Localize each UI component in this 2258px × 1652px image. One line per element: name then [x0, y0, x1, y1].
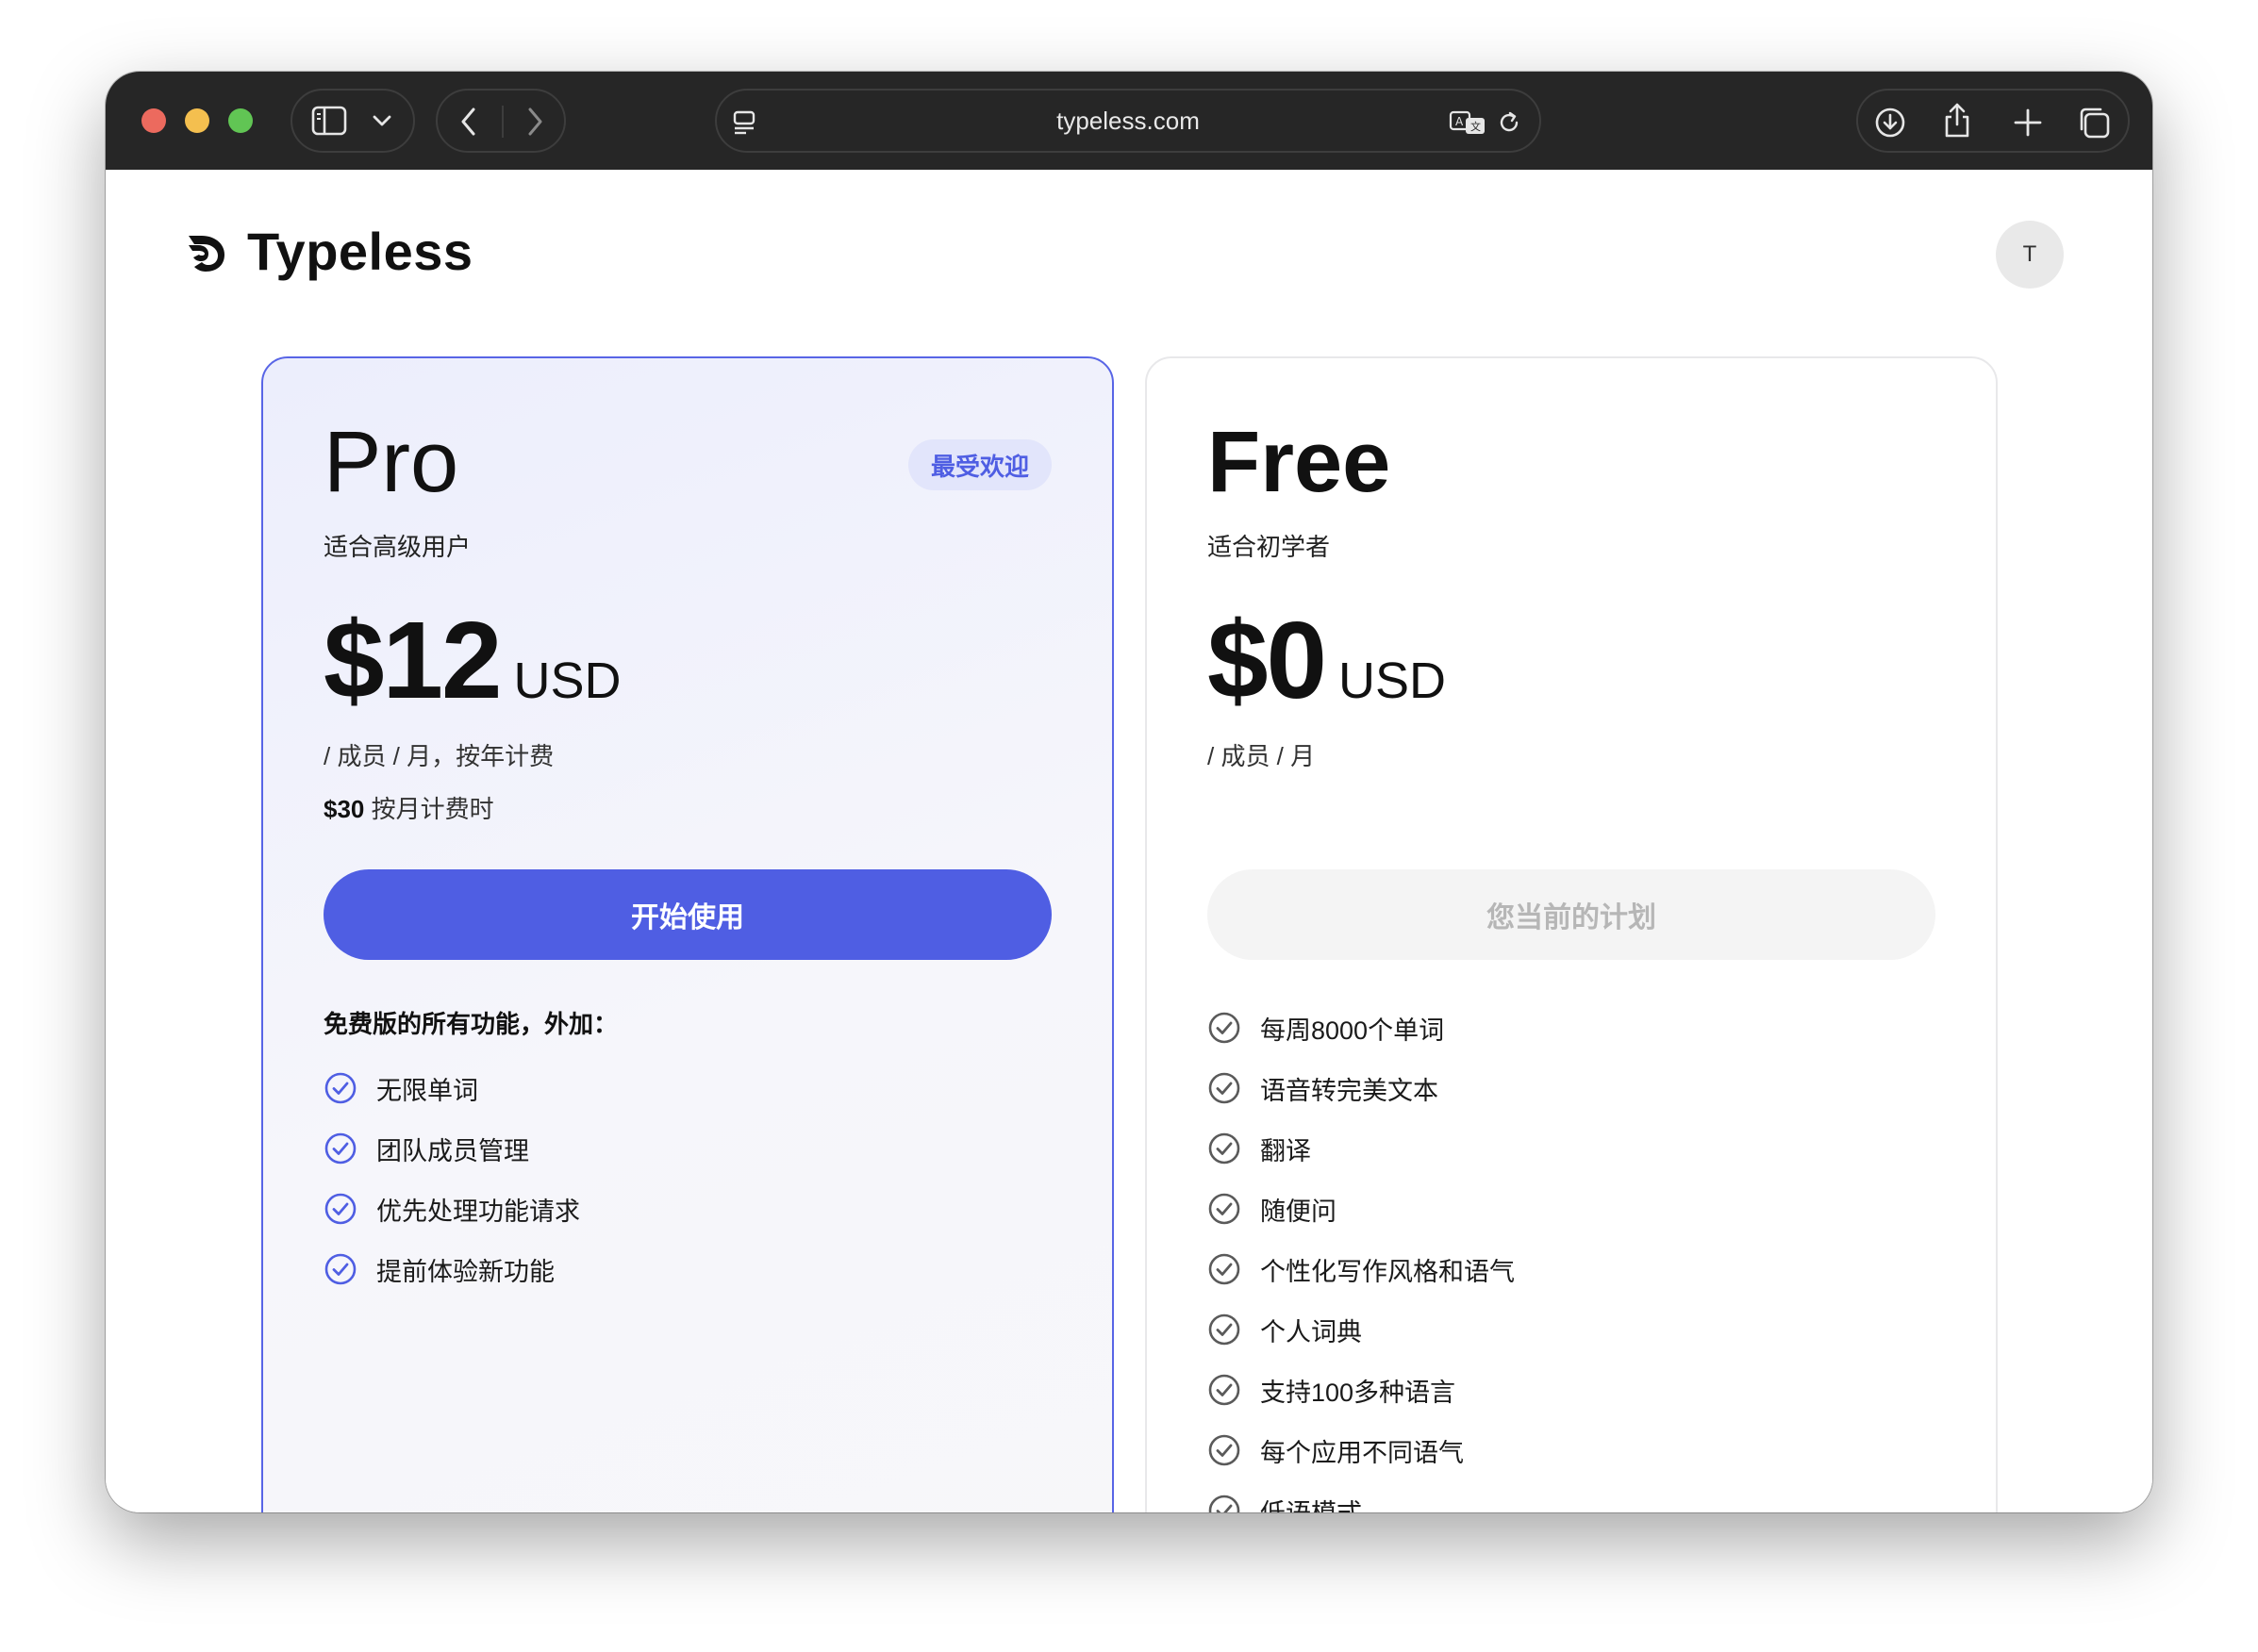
- get-started-button[interactable]: 开始使用: [324, 869, 1052, 960]
- new-tab-icon[interactable]: [2013, 107, 2043, 138]
- logo-text: Typeless: [247, 222, 473, 281]
- browser-window: typeless.com A文 Typeless T Pro 最受欢迎 适合高级…: [106, 72, 2152, 1512]
- plan-name: Pro: [324, 414, 459, 510]
- pro-plan-card: Pro 最受欢迎 适合高级用户 $12 USD / 成员 / 月，按年计费 $3…: [261, 356, 1114, 1512]
- plan-subtitle: 适合初学者: [1207, 533, 1331, 561]
- check-circle-icon: [324, 1253, 357, 1285]
- price-currency: USD: [513, 653, 622, 709]
- back-icon[interactable]: [458, 106, 479, 138]
- zoom-window-button[interactable]: [228, 108, 253, 133]
- price-amount: $12: [324, 599, 503, 721]
- feature-label: 提前体验新功能: [376, 1257, 555, 1286]
- free-plan-card: Free 适合初学者 $0 USD / 成员 / 月 您当前的计划 每周8000…: [1145, 356, 1998, 1512]
- feature-item: 翻译: [1207, 1118, 1515, 1179]
- check-circle-icon: [1208, 1132, 1240, 1165]
- page-content: Typeless T Pro 最受欢迎 适合高级用户 $12 USD / 成员 …: [106, 170, 2152, 1512]
- feature-item: 个人词典: [1207, 1299, 1515, 1360]
- free-feature-list: 每周8000个单词 语音转完美文本 翻译随便问个性化写作风格和语气 个人词典支持100…: [1207, 998, 1515, 1512]
- feature-item: 提前体验新功能: [324, 1239, 580, 1299]
- feature-label: 无限单词: [376, 1076, 478, 1105]
- share-icon[interactable]: [1941, 102, 1973, 140]
- logo[interactable]: Typeless: [185, 221, 473, 282]
- check-circle-icon: [1208, 1253, 1240, 1285]
- pro-feature-list: 无限单词团队成员管理优先处理功能请求 提前体验新功能: [324, 1058, 580, 1299]
- features-heading: 免费版的所有功能，外加：: [324, 1010, 619, 1038]
- check-circle-icon: [1208, 1313, 1240, 1346]
- plan-subtitle: 适合高级用户: [324, 533, 472, 561]
- download-icon[interactable]: [1873, 106, 1907, 140]
- url-text[interactable]: typeless.com: [717, 91, 1539, 151]
- feature-label: 随便问: [1260, 1197, 1337, 1226]
- tab-overview-icon[interactable]: [2077, 106, 2111, 140]
- check-circle-icon: [1208, 1012, 1240, 1044]
- feature-item: 每周8000个单词: [1207, 998, 1515, 1058]
- check-circle-icon: [1208, 1072, 1240, 1104]
- browser-toolbar: typeless.com A文: [106, 72, 2152, 170]
- check-circle-icon: [324, 1193, 357, 1225]
- user-avatar[interactable]: T: [1996, 221, 2064, 289]
- price-period: / 成员 / 月: [1207, 742, 1316, 770]
- svg-text:A: A: [1455, 115, 1464, 128]
- feature-item: 无限单词: [324, 1058, 580, 1118]
- price-currency: USD: [1338, 653, 1447, 709]
- check-circle-icon: [1208, 1193, 1240, 1225]
- address-bar[interactable]: typeless.com A文: [715, 89, 1541, 153]
- feature-label: 个性化写作风格和语气: [1260, 1257, 1515, 1286]
- feature-label: 语音转完美文本: [1260, 1076, 1438, 1105]
- feature-item: 每个应用不同语气: [1207, 1420, 1515, 1480]
- plan-name: Free: [1207, 414, 1391, 510]
- sidebar-icon[interactable]: [311, 106, 347, 136]
- check-circle-icon: [324, 1132, 357, 1165]
- feature-label: 个人词典: [1260, 1317, 1362, 1346]
- monthly-price-note: $30 按月计费时: [324, 790, 494, 825]
- feature-label: 优先处理功能请求: [376, 1197, 580, 1226]
- feature-label: 低语模式: [1260, 1493, 1362, 1513]
- feature-label: 团队成员管理: [376, 1136, 529, 1165]
- sidebar-toggle-group: [291, 89, 415, 153]
- plan-price: $12 USD: [324, 605, 622, 715]
- feature-item: 个性化写作风格和语气: [1207, 1239, 1515, 1299]
- feature-item: 团队成员管理: [324, 1118, 580, 1179]
- feature-label: 每周8000个单词: [1260, 1016, 1445, 1045]
- feature-item: 随便问: [1207, 1179, 1515, 1239]
- check-circle-icon: [1208, 1495, 1240, 1512]
- navigation-group: [436, 89, 566, 153]
- close-window-button[interactable]: [141, 108, 166, 133]
- current-plan-button[interactable]: 您当前的计划: [1207, 869, 1935, 960]
- reload-icon[interactable]: [1496, 109, 1522, 136]
- feature-label: 翻译: [1260, 1136, 1311, 1165]
- svg-text:文: 文: [1470, 120, 1481, 133]
- price-amount: $0: [1207, 599, 1327, 721]
- plan-price: $0 USD: [1207, 605, 1446, 715]
- toolbar-actions-group: [1856, 89, 2130, 153]
- price-period: / 成员 / 月，按年计费: [324, 742, 555, 770]
- check-circle-icon: [1208, 1434, 1240, 1466]
- nav-separator: [502, 106, 504, 138]
- feature-label: 每个应用不同语气: [1260, 1438, 1464, 1467]
- minimize-window-button[interactable]: [185, 108, 209, 133]
- typeless-logo-icon: [189, 235, 224, 272]
- monthly-note: 按月计费时: [371, 795, 494, 823]
- monthly-price: $30: [324, 795, 365, 823]
- translate-icon[interactable]: A文: [1449, 109, 1486, 136]
- feature-item: 低语模式: [1207, 1480, 1515, 1512]
- check-circle-icon: [1208, 1374, 1240, 1406]
- forward-icon[interactable]: [524, 106, 545, 138]
- feature-item: 语音转完美文本: [1207, 1058, 1515, 1118]
- feature-label: 支持100多种语言: [1260, 1378, 1456, 1407]
- chevron-down-icon[interactable]: [372, 113, 392, 128]
- feature-item: 支持100多种语言: [1207, 1360, 1515, 1420]
- feature-item: 优先处理功能请求: [324, 1179, 580, 1239]
- popular-badge: 最受欢迎: [907, 439, 1052, 490]
- check-circle-icon: [324, 1072, 357, 1104]
